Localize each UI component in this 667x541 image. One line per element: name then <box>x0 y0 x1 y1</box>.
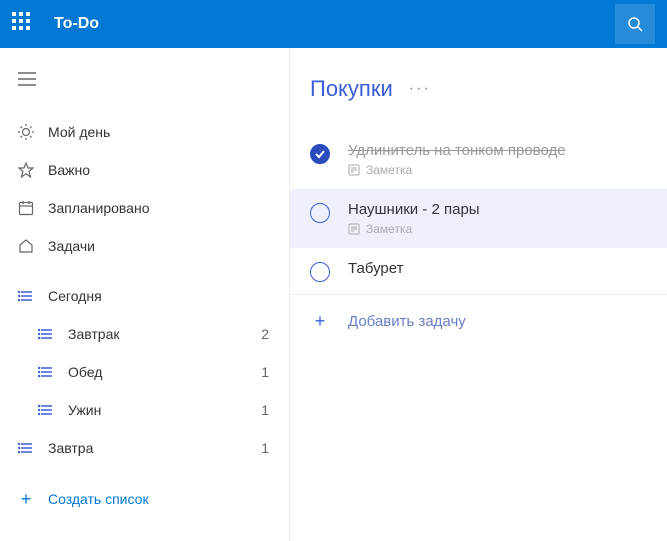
sidebar-item-today[interactable]: Сегодня <box>0 277 289 315</box>
list-icon <box>36 400 56 420</box>
star-icon <box>16 160 36 180</box>
sidebar-item-breakfast[interactable]: Завтрак 2 <box>0 315 289 353</box>
note-icon <box>348 164 360 176</box>
app-launcher-icon[interactable] <box>12 12 36 36</box>
app-header: To-Do <box>0 0 667 48</box>
task-title: Табурет <box>348 260 647 277</box>
task-checkbox[interactable] <box>310 262 330 282</box>
task-checkbox[interactable] <box>310 203 330 223</box>
sidebar-item-planned[interactable]: Запланировано <box>0 189 289 227</box>
sidebar: Мой день Важно Запланировано Задачи С <box>0 48 290 541</box>
calendar-icon <box>16 198 36 218</box>
main-pane: Покупки ··· Удлинитель на тонком проводе… <box>290 48 667 541</box>
sidebar-item-label: Запланировано <box>48 200 273 216</box>
sidebar-item-count: 1 <box>261 440 269 456</box>
sidebar-item-tomorrow[interactable]: Завтра 1 <box>0 429 289 467</box>
search-button[interactable] <box>615 4 655 44</box>
task-title: Удлинитель на тонком проводе <box>348 142 647 159</box>
task-title: Наушники - 2 пары <box>348 201 647 218</box>
list-icon <box>36 362 56 382</box>
sidebar-item-myday[interactable]: Мой день <box>0 113 289 151</box>
sidebar-item-label: Задачи <box>48 238 273 254</box>
hamburger-icon <box>18 72 36 86</box>
list-icon <box>16 438 36 458</box>
plus-icon: + <box>310 311 330 331</box>
sidebar-item-label: Сегодня <box>48 288 273 304</box>
task-row[interactable]: Удлинитель на тонком проводе Заметка <box>290 130 667 189</box>
check-icon <box>314 148 326 160</box>
add-task-label: Добавить задачу <box>348 313 466 330</box>
task-row[interactable]: Наушники - 2 пары Заметка <box>290 189 667 248</box>
sidebar-item-label: Ужин <box>68 402 261 418</box>
sidebar-item-label: Завтра <box>48 440 261 456</box>
list-title[interactable]: Покупки <box>310 76 393 102</box>
task-checkbox[interactable] <box>310 144 330 164</box>
sidebar-item-label: Завтрак <box>68 326 261 342</box>
search-icon <box>627 16 643 32</box>
sidebar-item-tasks[interactable]: Задачи <box>0 227 289 265</box>
task-row[interactable]: Табурет <box>290 248 667 294</box>
new-list-label: Создать список <box>48 491 149 507</box>
task-note: Заметка <box>348 163 647 177</box>
sidebar-item-dinner[interactable]: Ужин 1 <box>0 391 289 429</box>
new-list-button[interactable]: + Создать список <box>0 477 289 521</box>
sidebar-item-lunch[interactable]: Обед 1 <box>0 353 289 391</box>
list-more-button[interactable]: ··· <box>409 80 431 98</box>
sidebar-item-count: 2 <box>261 326 269 342</box>
list-icon <box>36 324 56 344</box>
note-icon <box>348 223 360 235</box>
task-note: Заметка <box>348 222 647 236</box>
app-title: To-Do <box>54 15 615 33</box>
list-icon <box>16 286 36 306</box>
sidebar-item-label: Мой день <box>48 124 273 140</box>
add-task-button[interactable]: + Добавить задачу <box>290 295 667 347</box>
sun-icon <box>16 122 36 142</box>
sidebar-item-count: 1 <box>261 364 269 380</box>
sidebar-item-important[interactable]: Важно <box>0 151 289 189</box>
plus-icon: + <box>16 489 36 509</box>
sidebar-toggle[interactable] <box>0 66 289 113</box>
home-icon <box>16 236 36 256</box>
sidebar-item-label: Важно <box>48 162 273 178</box>
sidebar-item-label: Обед <box>68 364 261 380</box>
sidebar-item-count: 1 <box>261 402 269 418</box>
